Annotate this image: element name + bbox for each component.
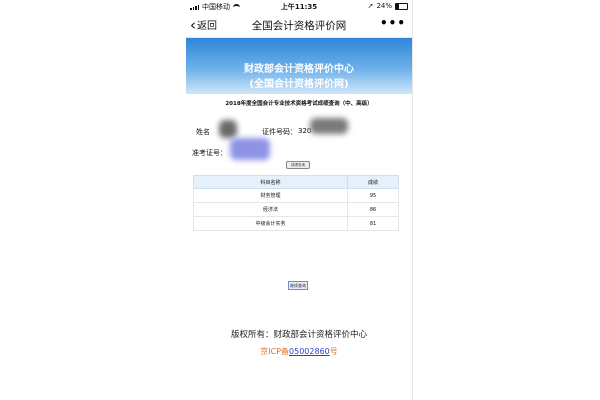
score-table: 科目名称 成绩 财务管理 95 经济法 86 中级会计实务 81 xyxy=(193,175,399,231)
copyright-text: 版权所有：财政部会计资格评价中心 xyxy=(230,330,367,340)
subject-cell: 财务管理 xyxy=(193,188,348,203)
score-cell: 86 xyxy=(347,202,399,217)
icp-number-link[interactable]: 05002860 xyxy=(289,347,330,356)
table-row: 中级会计实务 81 xyxy=(193,216,399,231)
cert-label: 证件号码： xyxy=(262,128,297,136)
banner-title: 财政部会计资格评价中心 xyxy=(244,64,354,75)
nav-title: 全国会计资格评价网 xyxy=(251,20,347,32)
score-cell: 81 xyxy=(347,216,399,231)
location-icon: ➚ xyxy=(367,2,374,10)
score-cell: 95 xyxy=(347,188,399,203)
continue-query-button[interactable]: 继续查询 xyxy=(288,281,308,290)
table-header-row: 科目名称 成绩 xyxy=(193,175,399,189)
battery-icon xyxy=(395,2,408,10)
phone-screen: 中国移动 上午11:35 ➚ 24% ‹ 返回 全国会计资格评价网 ••• 财政… xyxy=(186,0,413,400)
ticket-redaction xyxy=(230,138,270,160)
icp-record: 京ICP备05002860号 xyxy=(186,346,412,357)
subject-header: 科目名称 xyxy=(193,175,348,189)
cert-redaction xyxy=(310,118,348,134)
battery-percent: 24% xyxy=(376,2,392,10)
subject-cell: 中级会计实务 xyxy=(193,216,348,231)
icp-suffix: 号 xyxy=(329,347,338,356)
name-redaction xyxy=(219,120,237,138)
nav-bar: ‹ 返回 全国会计资格评价网 ••• xyxy=(186,13,412,38)
status-right: ➚ 24% xyxy=(368,2,408,10)
table-row: 财务管理 95 xyxy=(193,188,399,203)
more-icon[interactable]: ••• xyxy=(380,16,406,30)
status-bar: 中国移动 上午11:35 ➚ 24% xyxy=(186,0,412,13)
subject-cell: 经济法 xyxy=(193,202,348,217)
name-label: 姓名 xyxy=(196,128,210,136)
icp-prefix: 京ICP备 xyxy=(260,347,290,356)
score-header: 成绩 xyxy=(347,175,399,189)
exam-title: 2018年度全国会计专业技术资格考试成绩查询（中、高级） xyxy=(225,101,373,107)
header-banner: 财政部会计资格评价中心 (全国会计资格评价网) xyxy=(186,38,412,94)
score-query-button[interactable]: 成绩查询 xyxy=(286,161,310,169)
banner-subtitle: (全国会计资格评价网) xyxy=(249,79,349,90)
table-row: 经济法 86 xyxy=(193,202,399,217)
ticket-label: 准考证号： xyxy=(192,149,227,157)
